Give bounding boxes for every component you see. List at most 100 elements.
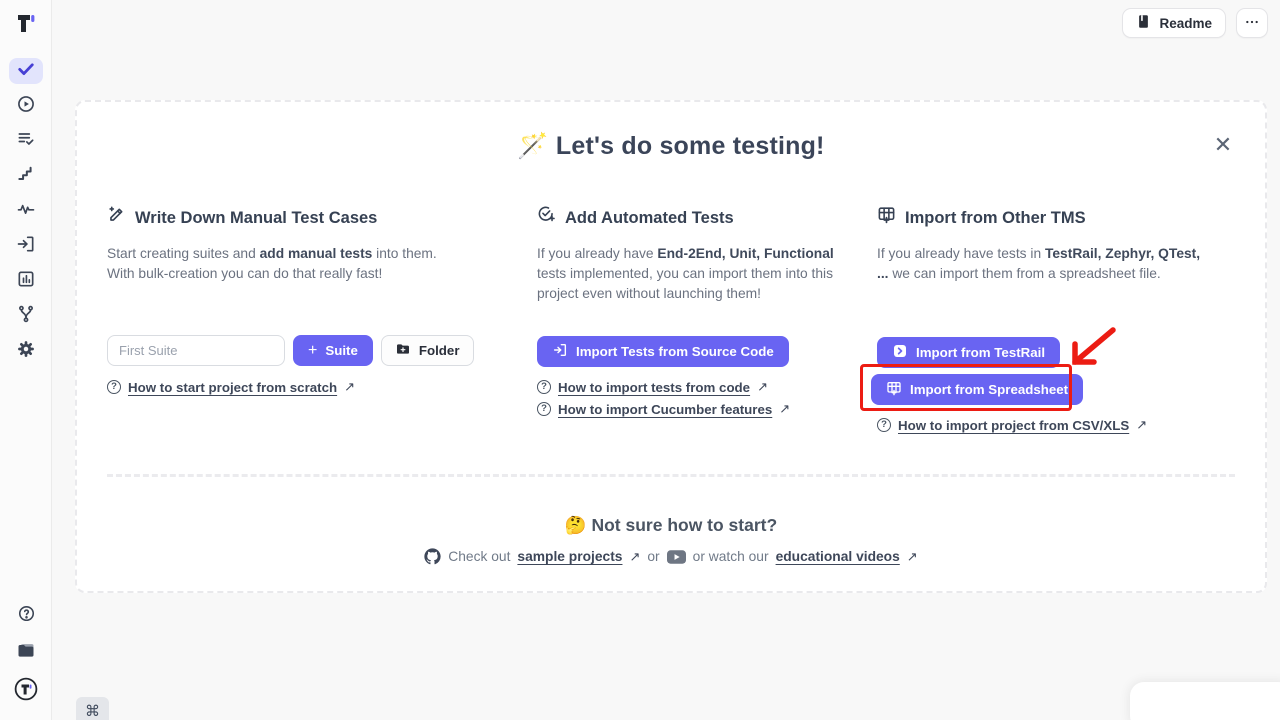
sidebar-item-milestones[interactable] [9,163,43,189]
command-icon: ⌘ [85,702,100,720]
sample-projects-link[interactable]: sample projects [517,549,622,564]
thinking-emoji: 🤔 [565,515,587,535]
app-logo-icon[interactable] [13,10,39,36]
external-link-icon: ↗ [779,401,790,417]
link-label[interactable]: How to import project from CSV/XLS [898,418,1129,433]
chat-widget-bubble[interactable] [1130,682,1280,720]
body-text: we can import them from a spreadsheet fi… [889,266,1161,281]
body-text: Start creating suites and [107,246,260,261]
card-title-text: Let's do some testing! [556,132,825,160]
sidebar-item-plans[interactable] [9,128,43,154]
import-spreadsheet-label: Import from Spreadsheet [910,382,1068,397]
add-suite-button[interactable]: + Suite [293,335,373,366]
external-link-icon: ↗ [629,549,640,565]
footer-heading-text: Not sure how to start? [591,515,777,535]
check-icon [16,59,36,84]
body-text: If you already have [537,246,657,261]
pulse-icon [16,199,36,224]
scratch-help-link[interactable]: ? How to start project from scratch ↗ [107,379,355,395]
add-folder-button[interactable]: Folder [381,335,474,366]
manual-tests-column: Write Down Manual Test Cases Start creat… [107,205,452,284]
folder-icon [16,640,36,665]
annotation-arrow-icon [1061,324,1121,375]
card-title: 🪄 Let's do some testing! [77,132,1265,161]
sidebar-item-settings[interactable] [9,338,43,364]
sidebar-item-import[interactable] [9,233,43,259]
table-plus-icon [877,205,896,230]
avatar-logo-icon [14,677,38,706]
close-icon[interactable]: ✕ [1211,133,1235,157]
folder-plus-icon [395,341,411,360]
topbar-actions: Readme [1122,8,1268,38]
footer-text: or [647,549,659,564]
sidebar-bottom [0,604,52,706]
more-options-button[interactable] [1236,8,1268,38]
spreadsheet-plus-icon [886,380,902,399]
manual-tests-heading: Write Down Manual Test Cases [107,205,452,230]
import-tms-heading: Import from Other TMS [877,205,1207,230]
link-label[interactable]: How to import tests from code [558,380,750,395]
link-label[interactable]: How to import Cucumber features [558,402,772,417]
projects-button[interactable] [16,640,36,665]
footer-heading: 🤔 Not sure how to start? [77,515,1265,536]
import-testrail-button[interactable]: Import from TestRail [877,337,1060,368]
automated-tests-heading: Add Automated Tests [537,205,839,230]
play-circle-icon [16,94,36,119]
dashed-divider [107,474,1235,477]
import-source-label: Import Tests from Source Code [576,344,774,359]
first-suite-input[interactable] [107,335,285,366]
bar-chart-icon [16,269,36,294]
manual-tests-body: Start creating suites and add manual tes… [107,244,452,284]
body-text-bold: End-2End, Unit, Functional [657,246,833,261]
link-label[interactable]: How to start project from scratch [128,380,337,395]
import-icon [16,234,36,259]
list-check-icon [16,129,36,154]
automated-tests-column: Add Automated Tests If you already have … [537,205,839,304]
import-tms-body: If you already have tests in TestRail, Z… [877,244,1207,284]
csv-help-link[interactable]: ? How to import project from CSV/XLS ↗ [877,417,1147,433]
sidebar-item-branches[interactable] [9,303,43,329]
github-icon [424,548,441,565]
import-code-help-link[interactable]: ? How to import tests from code ↗ [537,379,768,395]
cucumber-help-link[interactable]: ? How to import Cucumber features ↗ [537,401,790,417]
question-circle-icon: ? [877,418,891,432]
help-button[interactable] [17,604,36,628]
question-circle-icon: ? [107,380,121,394]
book-icon [1136,14,1151,32]
external-link-icon: ↗ [344,379,355,395]
external-link-icon: ↗ [757,379,768,395]
educational-videos-link[interactable]: educational videos [776,549,900,564]
footer-text: Check out [448,549,510,564]
body-text: If you already have tests in [877,246,1045,261]
import-tms-column: Import from Other TMS If you already hav… [877,205,1207,284]
footer-links-line: Check out sample projects ↗ or or watch … [77,548,1265,565]
close-glyph: ✕ [1214,134,1232,156]
sidebar-item-pulse[interactable] [9,198,43,224]
readme-button[interactable]: Readme [1122,8,1226,38]
body-text-bold: add manual tests [260,246,373,261]
plus-icon: + [308,343,317,359]
import-testrail-label: Import from TestRail [916,345,1045,360]
magic-wand-emoji: 🪄 [517,132,548,160]
onboarding-card: 🪄 Let's do some testing! ✕ Write Down Ma… [75,100,1267,593]
external-link-icon: ↗ [1136,417,1147,433]
import-source-code-button[interactable]: Import Tests from Source Code [537,336,789,367]
git-branch-icon [16,304,36,329]
import-spreadsheet-button[interactable]: Import from Spreadsheet [871,374,1083,405]
sidebar-item-runs[interactable] [9,93,43,119]
chevron-square-icon [892,343,908,362]
command-shortcut-badge[interactable]: ⌘ [76,697,109,720]
youtube-icon [667,550,686,564]
sidebar-item-tests[interactable] [9,58,43,84]
ellipsis-icon [1244,14,1260,33]
question-circle-icon: ? [537,380,551,394]
gear-icon [16,339,36,364]
profile-avatar[interactable] [14,677,38,706]
readme-label: Readme [1159,16,1212,31]
suite-button-label: Suite [325,343,358,358]
stairs-icon [16,164,36,189]
sidebar-item-analytics[interactable] [9,268,43,294]
automated-tests-heading-text: Add Automated Tests [565,207,734,229]
pen-plus-icon [107,205,126,230]
folder-button-label: Folder [419,343,460,358]
